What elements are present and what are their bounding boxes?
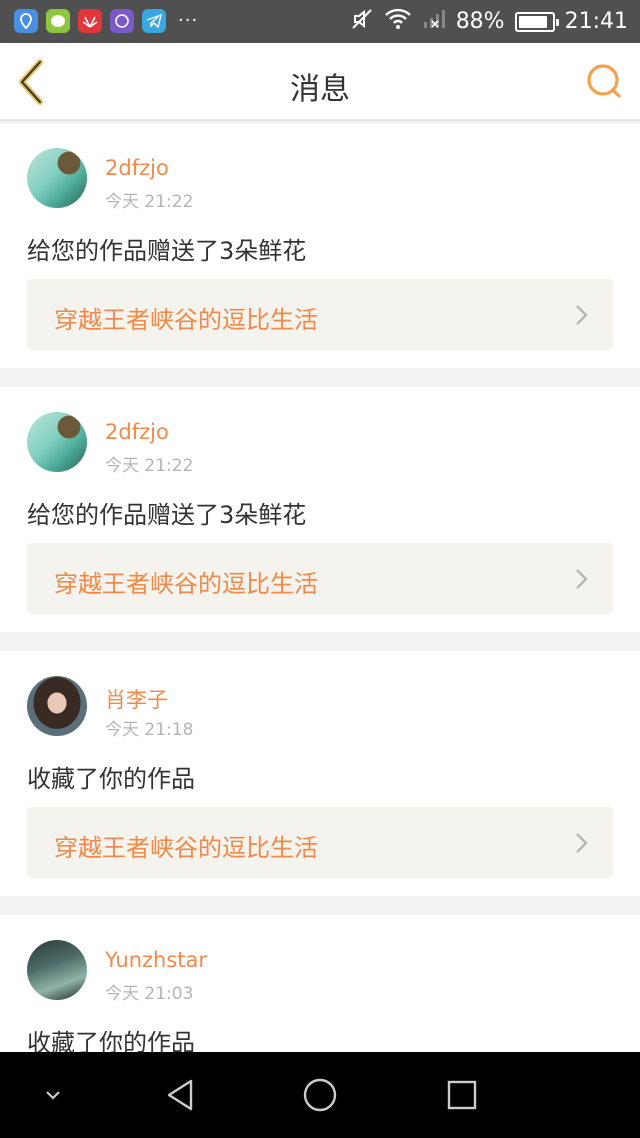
nav-recents-button[interactable] [432, 1052, 492, 1138]
notification-icons: ··· [14, 9, 198, 33]
message-time: 今天 21:22 [105, 456, 194, 476]
search-button[interactable] [584, 61, 624, 101]
message-card: 2dfzjo 今天 21:22 给您的作品赠送了3朵鲜花 穿越王者峡谷的逗比生活 [0, 123, 640, 368]
message-card: 肖李子 今天 21:18 收藏了你的作品 穿越王者峡谷的逗比生活 [0, 651, 640, 896]
messenger-app-icon [46, 9, 70, 33]
battery-percent: 88% [455, 9, 505, 34]
message-text: 给您的作品赠送了3朵鲜花 [27, 237, 307, 265]
signal-icon [422, 8, 446, 36]
chevron-right-icon [576, 833, 588, 853]
chevron-right-icon [576, 569, 588, 589]
message-time: 今天 21:22 [105, 192, 194, 212]
username[interactable]: 肖李子 [105, 684, 168, 714]
hide-keyboard-button[interactable] [28, 1052, 78, 1138]
message-card: Yunzhstar 今天 21:03 收藏了你的作品 [0, 915, 640, 1052]
username[interactable]: 2dfzjo [105, 156, 169, 180]
avatar[interactable] [27, 940, 87, 1000]
work-title: 穿越王者峡谷的逗比生活 [54, 570, 318, 598]
battery-icon [514, 11, 559, 32]
status-bar: ··· 88% 21:41 [0, 0, 640, 43]
triangle-back-icon [167, 1079, 193, 1111]
wifi-icon [384, 8, 412, 36]
mute-icon [350, 7, 374, 37]
huawei-app-icon [78, 9, 102, 33]
work-title: 穿越王者峡谷的逗比生活 [54, 306, 318, 334]
clock: 21:41 [564, 9, 628, 34]
square-recents-icon [447, 1080, 477, 1110]
username[interactable]: 2dfzjo [105, 420, 169, 444]
avatar[interactable] [27, 412, 87, 472]
app-header: 消息 [0, 43, 640, 121]
battery-level [518, 15, 547, 28]
username[interactable]: Yunzhstar [105, 948, 207, 972]
search-icon [587, 64, 621, 98]
work-title: 穿越王者峡谷的逗比生活 [54, 834, 318, 862]
nav-home-button[interactable] [290, 1052, 350, 1138]
page-title: 消息 [290, 72, 350, 107]
avatar[interactable] [27, 148, 87, 208]
browser-app-icon [110, 9, 134, 33]
chevron-down-icon [46, 1091, 60, 1100]
telegram-app-icon [142, 9, 166, 33]
message-text: 收藏了你的作品 [27, 1029, 195, 1052]
message-text: 收藏了你的作品 [27, 765, 195, 793]
work-link[interactable]: 穿越王者峡谷的逗比生活 [27, 807, 613, 878]
message-list[interactable]: 2dfzjo 今天 21:22 给您的作品赠送了3朵鲜花 穿越王者峡谷的逗比生活… [0, 121, 640, 1052]
nav-back-button[interactable] [150, 1052, 210, 1138]
message-time: 今天 21:03 [105, 984, 194, 1004]
location-app-icon [14, 9, 38, 33]
work-link[interactable]: 穿越王者峡谷的逗比生活 [27, 279, 613, 350]
more-notifications: ··· [178, 10, 199, 31]
circle-home-icon [303, 1078, 337, 1112]
message-text: 给您的作品赠送了3朵鲜花 [27, 501, 307, 529]
system-nav-bar [0, 1052, 640, 1138]
chevron-right-icon [576, 305, 588, 325]
avatar[interactable] [27, 676, 87, 736]
work-link[interactable]: 穿越王者峡谷的逗比生活 [27, 543, 613, 614]
message-card: 2dfzjo 今天 21:22 给您的作品赠送了3朵鲜花 穿越王者峡谷的逗比生活 [0, 387, 640, 632]
message-time: 今天 21:18 [105, 720, 194, 740]
